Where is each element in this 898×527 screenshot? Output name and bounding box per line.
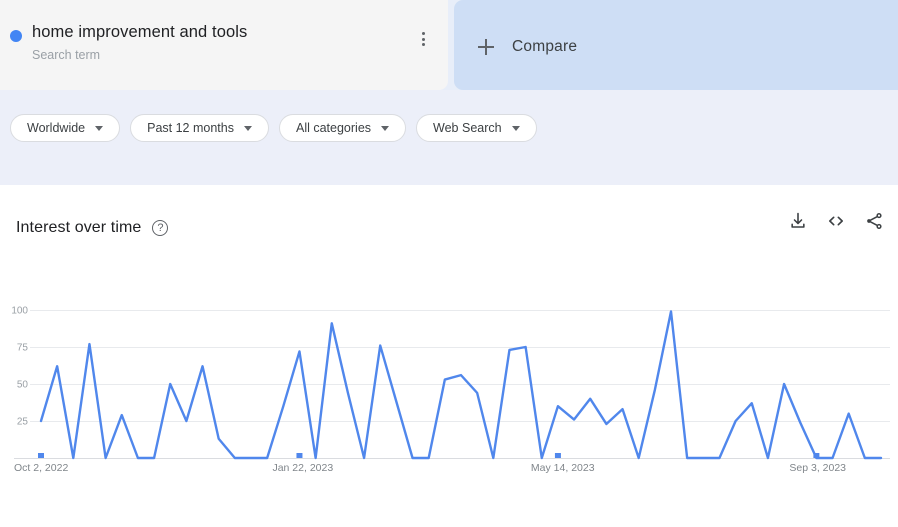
filters-bar: Worldwide Past 12 months All categories … <box>0 90 898 185</box>
chevron-down-icon <box>512 126 520 131</box>
panel-header: Interest over time ? <box>0 210 898 246</box>
filter-chip-category[interactable]: All categories <box>279 114 406 142</box>
plus-icon <box>478 39 494 55</box>
chart-x-axis-labels: Oct 2, 2022 Jan 22, 2023 May 14, 2023 Sep 3… <box>14 462 846 474</box>
chart-series-line <box>41 311 881 458</box>
filter-chip-time-range[interactable]: Past 12 months <box>130 114 269 142</box>
compare-card[interactable]: Compare <box>454 0 898 90</box>
interest-over-time-panel: Interest over time ? 25 50 75 100 Oct 2, 20… <box>0 185 898 527</box>
panel-actions <box>788 211 884 231</box>
filter-chip-group: Worldwide Past 12 months All categories … <box>10 114 537 142</box>
help-circle-icon[interactable]: ? <box>152 220 168 236</box>
x-axis-tick-label: May 14, 2023 <box>531 462 595 474</box>
series-color-dot <box>10 30 22 42</box>
filter-chip-search-type-label: Web Search <box>433 121 502 135</box>
compare-label: Compare <box>512 38 577 56</box>
query-bar: home improvement and tools Search term C… <box>0 0 898 90</box>
search-term-title: home improvement and tools <box>32 22 247 42</box>
compare-button[interactable]: Compare <box>478 38 577 56</box>
filter-chip-category-label: All categories <box>296 121 371 135</box>
x-axis-tick-label: Oct 2, 2022 <box>14 462 68 474</box>
chevron-down-icon <box>381 126 389 131</box>
filter-chip-search-type[interactable]: Web Search <box>416 114 537 142</box>
kebab-menu-icon[interactable] <box>414 30 432 48</box>
x-axis-tickmark <box>296 453 302 458</box>
filter-chip-location[interactable]: Worldwide <box>10 114 120 142</box>
search-term-texts: home improvement and tools Search term <box>32 22 247 64</box>
chart-gridlines <box>30 311 890 422</box>
y-axis-tick-label: 50 <box>17 380 29 391</box>
chart-y-axis-labels: 25 50 75 100 <box>11 306 28 428</box>
x-axis-tickmark <box>38 453 44 458</box>
x-axis-tick-label: Jan 22, 2023 <box>272 462 333 474</box>
chevron-down-icon <box>95 126 103 131</box>
share-icon[interactable] <box>864 211 884 231</box>
filter-chip-time-range-label: Past 12 months <box>147 121 234 135</box>
search-term-card[interactable]: home improvement and tools Search term <box>0 0 448 90</box>
y-axis-tick-label: 100 <box>11 306 28 317</box>
x-axis-tickmark <box>813 453 819 458</box>
filter-chip-location-label: Worldwide <box>27 121 85 135</box>
embed-code-icon[interactable] <box>826 211 846 231</box>
x-axis-tick-label: Sep 3, 2023 <box>789 462 846 474</box>
x-axis-tickmark <box>555 453 561 458</box>
search-term-type: Search term <box>32 46 247 64</box>
chart-x-tickmarks <box>38 453 819 458</box>
panel-title: Interest over time <box>16 219 141 237</box>
y-axis-tick-label: 75 <box>17 343 29 354</box>
download-icon[interactable] <box>788 211 808 231</box>
y-axis-tick-label: 25 <box>17 417 29 428</box>
chevron-down-icon <box>244 126 252 131</box>
